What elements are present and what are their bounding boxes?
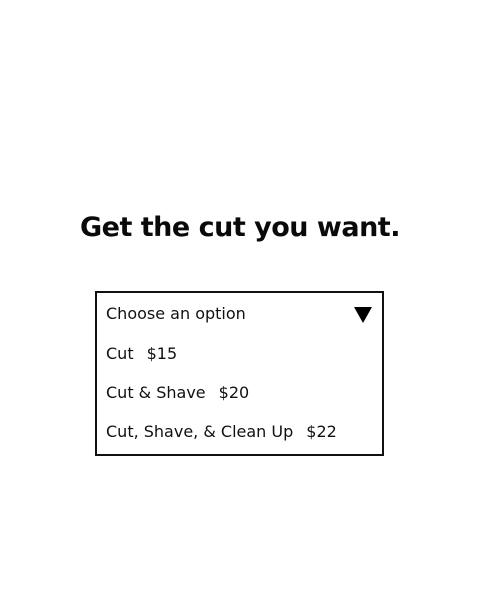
option-cut[interactable]: Cut $15 [97, 336, 382, 372]
triangle-down-icon[interactable] [354, 307, 372, 323]
option-label: Cut, Shave, & Clean Up [106, 422, 294, 441]
page-headline: Get the cut you want. [80, 212, 400, 243]
option-cut-shave-clean-up[interactable]: Cut, Shave, & Clean Up $22 [97, 414, 382, 450]
option-text: Cut $15 [106, 344, 177, 364]
option-label: Cut [106, 344, 134, 363]
option-text: Cut, Shave, & Clean Up $22 [106, 422, 337, 442]
option-text: Cut & Shave $20 [106, 383, 249, 403]
option-price: $20 [218, 383, 250, 402]
option-price: $15 [146, 344, 178, 363]
option-cut-shave[interactable]: Cut & Shave $20 [97, 375, 382, 411]
service-select[interactable]: Choose an option Cut $15 Cut & Shave $20 C… [95, 291, 384, 456]
select-placeholder: Choose an option [106, 304, 246, 323]
select-header[interactable]: Choose an option [97, 293, 382, 335]
option-label: Cut & Shave [106, 383, 206, 402]
option-price: $22 [306, 422, 337, 441]
